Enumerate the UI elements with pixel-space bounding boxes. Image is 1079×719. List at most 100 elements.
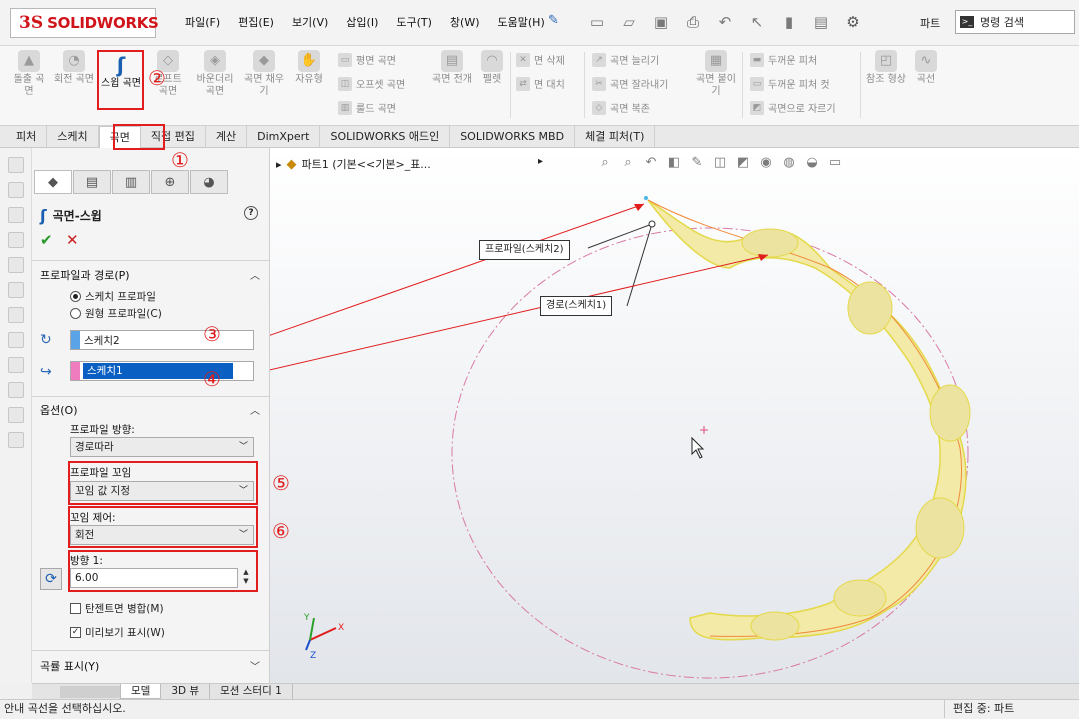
toolbar-tool-icon[interactable] xyxy=(7,382,24,398)
extend-surface-button[interactable]: ↗ 곡면 늘리기 xyxy=(592,52,659,67)
rebuild-icon[interactable]: ▮ xyxy=(776,10,802,34)
toolbar-tool-icon[interactable] xyxy=(7,207,24,223)
reverse-direction-icon[interactable]: ⟳ xyxy=(40,568,62,590)
curves-button[interactable]: ∿ 곡선 xyxy=(910,50,942,86)
expand-chevron-icon[interactable]: ﹀ xyxy=(250,658,260,673)
show-preview-checkbox[interactable]: ✓ 미리보기 표시(W) xyxy=(70,625,165,640)
collapse-chevron-icon[interactable]: ︿ xyxy=(250,402,260,417)
untrim-surface-button[interactable]: ◇ 곡면 복존 xyxy=(592,100,650,115)
delete-face-button[interactable]: ✕ 면 삭제 xyxy=(516,52,565,67)
filled-surface-button[interactable]: ◆ 곡면 채우기 xyxy=(244,50,284,98)
tab-evaluate[interactable]: 계산 xyxy=(206,126,248,148)
offset-surface-button[interactable]: ◫ 오프셋 곡면 xyxy=(338,76,405,91)
tab-scroll-arrows-icon[interactable] xyxy=(60,685,120,698)
toolbar-tool-icon[interactable] xyxy=(7,432,24,448)
surface-flatten-button[interactable]: ▤ 곡면 전개 xyxy=(428,50,476,86)
menu-edit[interactable]: 편집(E) xyxy=(229,14,283,30)
toolbar-tool-icon[interactable] xyxy=(7,357,24,373)
menu-file[interactable]: 파일(F) xyxy=(176,14,229,30)
new-document-icon[interactable]: ▭ xyxy=(584,10,610,34)
options-heading: 옵션(O) xyxy=(40,404,78,417)
boundary-surface-button[interactable]: ◈ 바운더리 곡면 xyxy=(192,50,238,98)
radio-empty-icon xyxy=(70,308,81,319)
tab-mbd[interactable]: SOLIDWORKS MBD xyxy=(450,126,576,148)
open-folder-icon[interactable]: ▱ xyxy=(616,10,642,34)
tab-dimxpert[interactable]: DimXpert xyxy=(247,126,321,148)
panel-collapse-handle[interactable]: ▸ xyxy=(538,156,543,167)
path-selection-box[interactable]: 스케치1 xyxy=(70,361,254,381)
file-properties-icon[interactable]: ▤ xyxy=(808,10,834,34)
profile-orientation-dropdown[interactable]: 경로따라 ﹀ xyxy=(70,437,254,457)
revolved-surface-button[interactable]: ◔ 회전 곡면 xyxy=(54,50,94,86)
property-manager-tab-icon[interactable]: ▤ xyxy=(73,170,111,194)
knit-surface-button[interactable]: ▦ 곡면 붙이기 xyxy=(694,50,738,98)
tab-fastening-features[interactable]: 체결 피처(T) xyxy=(575,126,656,148)
triad-x-label: X xyxy=(338,623,344,633)
tab-model[interactable]: 모델 xyxy=(120,684,162,699)
toolbar-tool-icon[interactable] xyxy=(7,307,24,323)
tab-addins[interactable]: SOLIDWORKS 애드인 xyxy=(320,126,451,148)
fillet-button[interactable]: ◠ 펠렛 xyxy=(476,50,508,86)
ok-button[interactable]: ✔ xyxy=(40,231,53,249)
twist-lobe xyxy=(741,228,799,258)
planar-surface-button[interactable]: ▭ 평면 곡면 xyxy=(338,52,396,67)
pin-icon[interactable]: ✎ xyxy=(548,13,559,28)
replace-face-button[interactable]: ⇄ 면 대치 xyxy=(516,76,565,91)
toolbar-tool-icon[interactable] xyxy=(7,257,24,273)
sketch-profile-radio[interactable]: 스케치 프로파일 xyxy=(70,289,156,304)
solidworks-logo[interactable]: 3S SOLIDWORKS xyxy=(10,8,159,38)
ruled-surface-button[interactable]: ▥ 룰드 곡면 xyxy=(338,100,396,115)
toolbar-tool-icon[interactable] xyxy=(7,157,24,173)
print-icon[interactable]: ⎙ xyxy=(680,10,706,34)
menu-help[interactable]: 도움말(H) xyxy=(489,14,554,30)
command-search-box[interactable]: >_ 명령 검색 xyxy=(955,10,1075,34)
toolbar-tool-icon[interactable] xyxy=(7,332,24,348)
collapse-chevron-icon[interactable]: ︿ xyxy=(250,267,260,282)
profile-selection-box[interactable]: 스케치2 xyxy=(70,330,254,350)
circular-profile-radio[interactable]: 원형 프로파일(C) xyxy=(70,306,162,321)
curvature-display-section[interactable]: 곡률 표시(Y) ﹀ xyxy=(40,658,264,674)
thicken-button[interactable]: ▬ 두꺼운 피처 xyxy=(750,52,817,67)
manager-tabs: ◆ ▤ ▥ ⊕ ◕ xyxy=(34,170,229,194)
menu-view[interactable]: 보기(V) xyxy=(283,14,337,30)
display-manager-tab-icon[interactable]: ◕ xyxy=(190,170,228,194)
tab-features[interactable]: 피처 xyxy=(6,126,48,148)
toolbar-tool-icon[interactable] xyxy=(7,407,24,423)
select-arrow-icon[interactable]: ↖ xyxy=(744,10,770,34)
menu-tools[interactable]: 도구(T) xyxy=(387,14,441,30)
profile-orientation-value: 경로따라 xyxy=(75,441,114,453)
reference-geometry-icon: ◰ xyxy=(875,50,897,72)
path-callout[interactable]: 경로(스케치1) xyxy=(540,296,613,316)
undo-icon[interactable]: ↶ xyxy=(712,10,738,34)
tab-3d-view[interactable]: 3D 뷰 xyxy=(161,684,211,699)
configuration-manager-tab-icon[interactable]: ▥ xyxy=(112,170,150,194)
menu-window[interactable]: 창(W) xyxy=(441,14,489,30)
profile-callout[interactable]: 프로파일(스케치2) xyxy=(479,240,570,260)
tab-motion-study[interactable]: 모션 스터디 1 xyxy=(210,684,293,699)
graphics-area[interactable]: ▸ ◆ 파트1 (기본<<기본>_표... ⌕ ⌕ ↶ ◧ ✎ ◫ ◩ ◉ ◍ … xyxy=(270,148,1079,683)
extruded-surface-button[interactable]: ▲ 돌출 곡면 xyxy=(10,50,48,98)
toolbar-tool-icon[interactable] xyxy=(7,182,24,198)
help-icon[interactable]: ? xyxy=(244,206,258,220)
status-bar: 안내 곡선을 선택하십시오. 편집 중: 파트 xyxy=(0,699,1079,719)
options-section[interactable]: 옵션(O) ︿ xyxy=(40,402,264,418)
trim-surface-button[interactable]: ✂ 곡면 잘라내기 xyxy=(592,76,668,91)
save-icon[interactable]: ▣ xyxy=(648,10,674,34)
gear-icon[interactable]: ⚙ xyxy=(840,10,866,34)
menu-insert[interactable]: 삽입(I) xyxy=(337,14,387,30)
toolbar-tool-icon[interactable] xyxy=(7,282,24,298)
toolbar-tool-icon[interactable] xyxy=(7,232,24,248)
ruled-surface-icon: ▥ xyxy=(338,100,352,115)
tab-sketch[interactable]: 스케치 xyxy=(47,126,99,148)
dimxpert-manager-tab-icon[interactable]: ⊕ xyxy=(151,170,189,194)
reference-geometry-button[interactable]: ◰ 참조 형상 xyxy=(866,50,906,86)
merge-tangent-checkbox[interactable]: 탄젠트면 병합(M) xyxy=(70,601,164,616)
cut-with-surface-button[interactable]: ◩ 곡면으로 자르기 xyxy=(750,100,836,115)
feature-manager-tab-icon[interactable]: ◆ xyxy=(34,170,72,194)
freeform-button[interactable]: ✋ 자유형 xyxy=(290,50,328,86)
cancel-button[interactable]: ✕ xyxy=(66,231,79,249)
thickened-cut-button[interactable]: ▭ 두꺼운 피처 컷 xyxy=(750,76,830,91)
profile-path-section[interactable]: 프로파일과 경로(P) ︿ xyxy=(40,267,264,283)
extruded-surface-icon: ▲ xyxy=(18,50,40,72)
ribbon-separator xyxy=(584,52,585,118)
